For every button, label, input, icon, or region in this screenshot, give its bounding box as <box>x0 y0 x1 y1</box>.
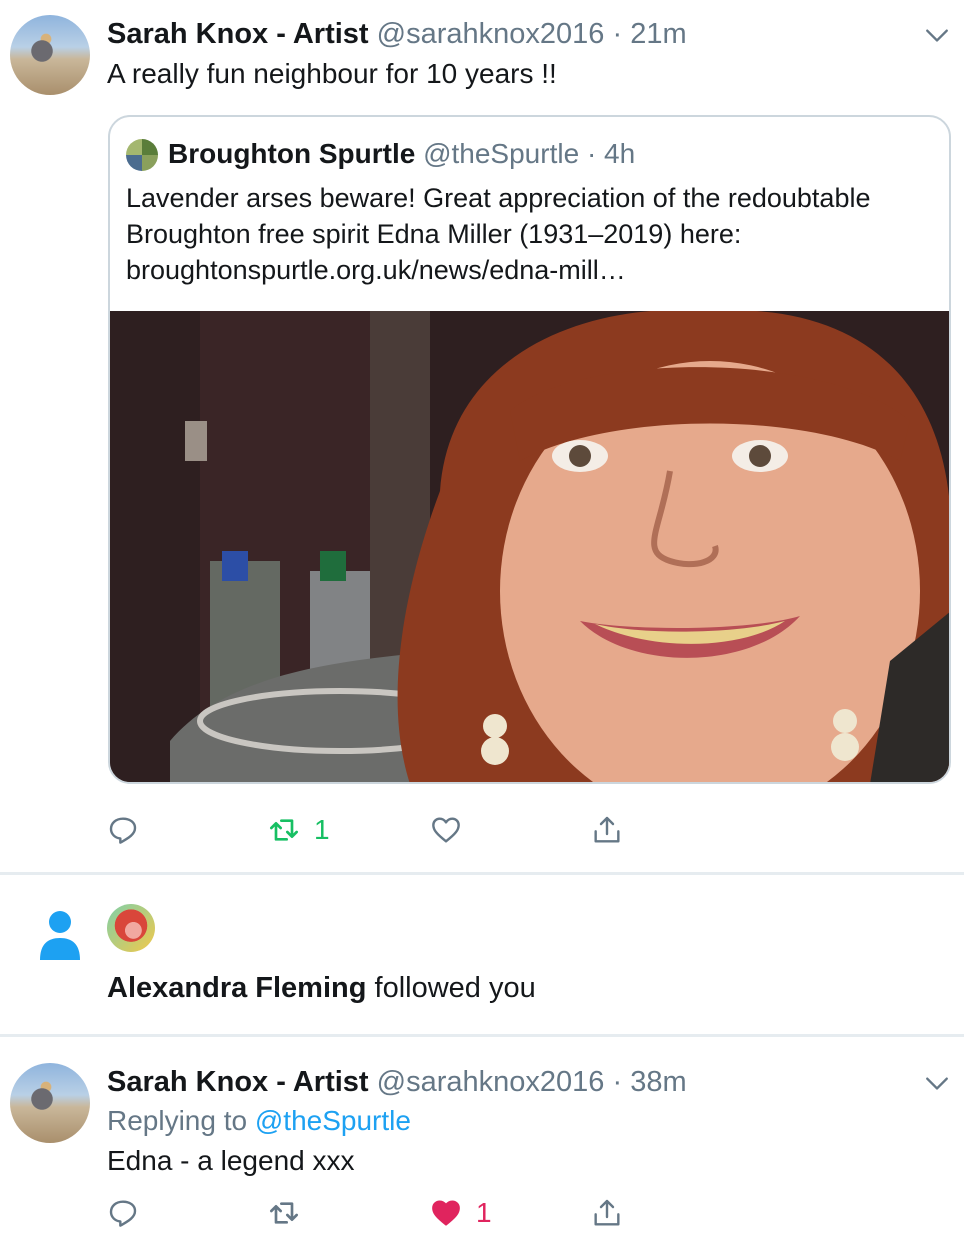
follower-avatar[interactable] <box>107 904 155 952</box>
retweet-icon <box>270 819 298 841</box>
quoted-photo[interactable] <box>110 311 949 782</box>
tweet[interactable]: Sarah Knox - Artist @sarahknox2016 · 21m… <box>0 0 964 870</box>
heart-icon <box>432 1200 460 1226</box>
author-name[interactable]: Sarah Knox - Artist <box>107 1066 369 1098</box>
chevron-down-icon[interactable] <box>924 1070 950 1096</box>
quoted-author-name: Broughton Spurtle <box>168 138 416 169</box>
quoted-tweet[interactable]: Broughton Spurtle @theSpurtle · 4h Laven… <box>108 115 951 784</box>
author-handle[interactable]: @sarahknox2016 <box>377 1066 605 1098</box>
timestamp[interactable]: 38m <box>630 1066 686 1098</box>
reply-icon <box>109 1200 137 1227</box>
retweet-icon <box>270 1202 298 1224</box>
tweet-actions: 1 <box>0 810 964 850</box>
timestamp[interactable]: 21m <box>630 18 686 50</box>
heart-icon <box>432 817 460 843</box>
avatar-image <box>10 1063 90 1143</box>
reply-button[interactable] <box>107 1193 139 1233</box>
avatar[interactable] <box>10 15 90 95</box>
follower-name[interactable]: Alexandra Fleming <box>107 972 366 1004</box>
replying-to: Replying to @theSpurtle <box>107 1103 411 1139</box>
quoted-avatar <box>126 139 158 171</box>
quoted-author-handle: @theSpurtle <box>423 138 580 169</box>
like-button[interactable] <box>430 810 462 850</box>
avatar-image <box>10 15 90 95</box>
tweet-header: Sarah Knox - Artist @sarahknox2016 · 38m <box>107 1064 687 1100</box>
reply-icon <box>109 817 137 844</box>
like-button[interactable]: 1 <box>430 1193 492 1233</box>
separator: · <box>612 1066 623 1098</box>
separator: · <box>586 138 597 169</box>
photo-illustration <box>110 311 949 782</box>
follow-notification[interactable] <box>0 875 964 1035</box>
quoted-timestamp: 4h <box>604 138 636 169</box>
author-name[interactable]: Sarah Knox - Artist <box>107 18 369 50</box>
retweet-button[interactable]: 1 <box>268 810 330 850</box>
retweet-button[interactable] <box>268 1193 300 1233</box>
retweet-count: 1 <box>314 814 330 845</box>
reply-button[interactable] <box>107 810 139 850</box>
replying-to-link[interactable]: @theSpurtle <box>255 1105 411 1136</box>
chevron-down-icon[interactable] <box>924 22 950 48</box>
tweet[interactable]: Sarah Knox - Artist @sarahknox2016 · 38m… <box>0 1037 964 1244</box>
like-count: 1 <box>476 1197 492 1228</box>
follow-text: Alexandra Fleming followed you <box>107 970 536 1006</box>
share-icon <box>594 816 620 843</box>
author-handle[interactable]: @sarahknox2016 <box>377 18 605 50</box>
tweet-actions: 1 <box>0 1193 964 1233</box>
share-button[interactable] <box>591 810 623 850</box>
replying-prefix: Replying to <box>107 1105 248 1136</box>
tweet-text: Edna - a legend xxx <box>107 1145 355 1176</box>
quoted-text: Lavender arses beware! Great appreciatio… <box>126 183 871 285</box>
share-button[interactable] <box>591 1193 623 1233</box>
quoted-header: Broughton Spurtle @theSpurtle · 4h <box>168 136 635 172</box>
share-icon <box>594 1199 620 1226</box>
separator: · <box>612 18 623 50</box>
tweet-header: Sarah Knox - Artist @sarahknox2016 · 21m <box>107 16 687 52</box>
follow-message: followed you <box>374 972 536 1004</box>
tweet-text: A really fun neighbour for 10 years !! <box>107 58 557 89</box>
avatar[interactable] <box>10 1063 90 1143</box>
person-icon <box>40 911 80 960</box>
